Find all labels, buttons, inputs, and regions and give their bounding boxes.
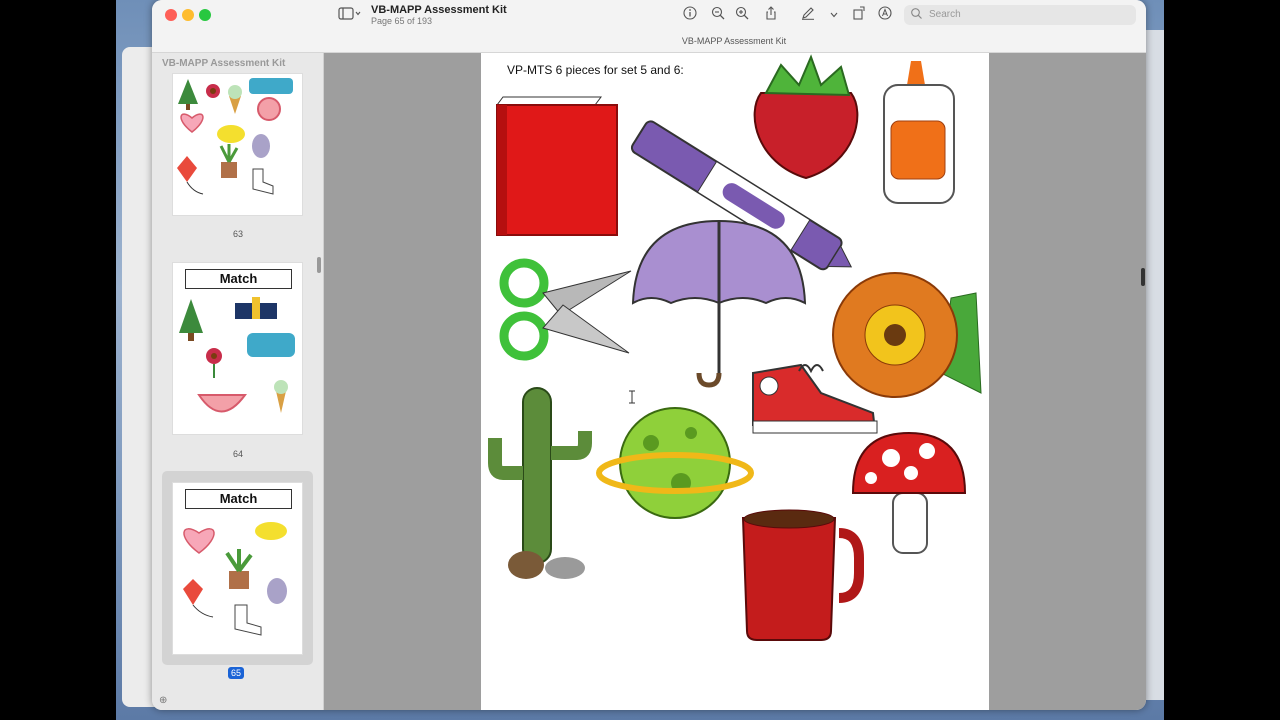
search-field[interactable]: Search: [904, 5, 1136, 25]
strawberry-illustration: [753, 54, 859, 180]
rotate-icon: [853, 6, 865, 20]
share-icon: [766, 6, 776, 20]
sidebar-toggle-icon: [338, 7, 361, 20]
search-placeholder: Search: [929, 9, 961, 20]
markup-button[interactable]: [799, 6, 817, 24]
page-number-65: 65: [228, 667, 244, 679]
page-indicator: Page 65 of 193: [371, 16, 433, 26]
umbrella-illustration: [631, 219, 807, 388]
screen: VB-MAPP Assessment Kit Page 65 of 193 Se…: [0, 0, 1280, 720]
page-number-64: 64: [232, 449, 243, 459]
rotate-button[interactable]: [850, 6, 868, 24]
close-button[interactable]: [165, 9, 177, 21]
planet-illustration: [596, 407, 754, 519]
preview-window: VB-MAPP Assessment Kit Page 65 of 193 Se…: [152, 0, 1146, 710]
sidebar-toggle-button[interactable]: [338, 7, 362, 23]
document-tab-title: VB-MAPP Assessment Kit: [681, 36, 787, 46]
mug-illustration: [741, 509, 864, 641]
document-area: VP-MTS 6 pieces for set 5 and 6:: [324, 53, 1146, 710]
glue-bottle-illustration: [883, 61, 955, 204]
background-window-right: [1146, 30, 1164, 700]
page-64-illustrations: [179, 297, 295, 413]
search-icon: [910, 7, 924, 24]
page-illustrations: [488, 54, 982, 641]
cactus-illustration: [488, 387, 592, 579]
thumbnail-page-63[interactable]: [172, 73, 303, 216]
red-book-illustration: [496, 96, 618, 236]
thumbnail-page-64[interactable]: Match: [172, 262, 303, 435]
minimize-button[interactable]: [182, 9, 194, 21]
zoom-in-icon: [735, 6, 749, 20]
annotate-icon: [878, 6, 892, 20]
scissors-illustration: [499, 258, 632, 361]
title-bar: VB-MAPP Assessment Kit Page 65 of 193 Se…: [152, 0, 1146, 53]
sidebar-scrollbar[interactable]: [317, 257, 321, 273]
markup-menu-button[interactable]: [825, 6, 843, 24]
add-page-icon[interactable]: ⊕: [159, 695, 167, 706]
zoom-in-button[interactable]: [733, 6, 751, 24]
thumbnail-sidebar: VB-MAPP Assessment Kit 63 Match 64 Match…: [152, 53, 324, 710]
window-title: VB-MAPP Assessment Kit: [371, 4, 507, 16]
markup-pen-icon: [802, 7, 814, 20]
annotate-button[interactable]: [876, 6, 894, 24]
fullscreen-button[interactable]: [199, 9, 211, 21]
info-icon: [683, 6, 697, 20]
text-cursor-icon: [629, 390, 635, 404]
pdf-page: VP-MTS 6 pieces for set 5 and 6:: [481, 53, 989, 710]
zoom-out-icon: [711, 6, 725, 20]
page-65-illustrations: [183, 522, 287, 636]
zoom-out-button[interactable]: [709, 6, 727, 24]
chevron-down-icon: [830, 12, 838, 18]
page-63-illustrations: [177, 78, 293, 195]
mushroom-illustration: [851, 431, 967, 554]
document-scrollbar[interactable]: [1141, 268, 1145, 286]
sidebar-title: VB-MAPP Assessment Kit: [162, 58, 286, 69]
thumbnail-page-65[interactable]: Match: [172, 482, 303, 655]
share-button[interactable]: [762, 6, 780, 24]
info-button[interactable]: [681, 6, 699, 24]
flower-illustration: [832, 272, 982, 398]
page-number-63: 63: [232, 229, 243, 239]
